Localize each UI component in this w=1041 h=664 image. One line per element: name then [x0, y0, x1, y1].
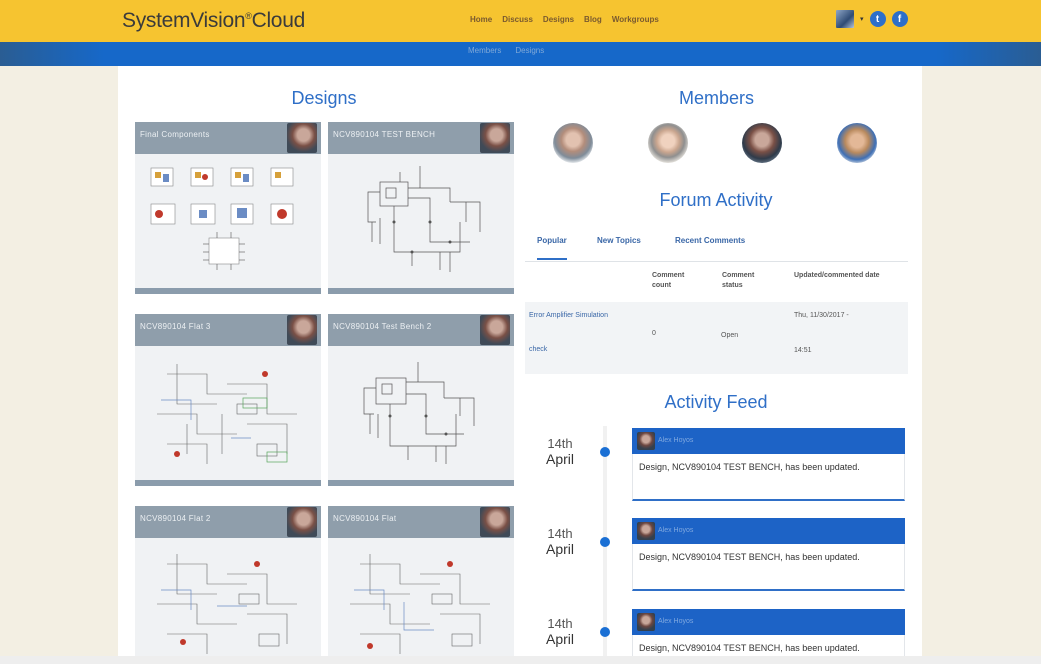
design-card-header: NCV890104 Flat 3 — [135, 314, 321, 346]
design-card[interactable]: NCV890104 Test Bench 2 — [328, 314, 514, 486]
brand-name: SystemVision — [122, 9, 246, 32]
design-card[interactable]: NCV890104 Flat 3 — [135, 314, 321, 486]
tab-recent-comments[interactable]: Recent Comments — [675, 236, 745, 245]
author-avatar[interactable] — [637, 432, 655, 450]
design-name[interactable]: NCV890104 Test Bench 2 — [333, 322, 432, 331]
design-card-header: NCV890104 TEST BENCH — [328, 122, 514, 154]
feed-item[interactable]: Alex Hoyos Design, NCV890104 TEST BENCH,… — [632, 518, 905, 591]
design-card-header: NCV890104 Flat 2 — [135, 506, 321, 538]
nav-blog[interactable]: Blog — [584, 15, 602, 24]
nav-designs[interactable]: Designs — [543, 15, 574, 24]
feed-date: 14th April — [538, 526, 582, 557]
design-name[interactable]: NCV890104 Flat 3 — [140, 322, 211, 331]
feed-month: April — [545, 541, 574, 557]
owner-avatar[interactable] — [287, 315, 317, 345]
timeline-dot — [600, 447, 610, 457]
owner-avatar[interactable] — [287, 507, 317, 537]
user-avatar[interactable] — [836, 10, 854, 28]
member-avatar[interactable] — [553, 123, 593, 163]
sub-header: Members Designs — [0, 42, 1041, 66]
feed-text: Design, NCV890104 TEST BENCH, has been u… — [639, 462, 860, 472]
topic-link-continued[interactable]: check — [529, 344, 547, 355]
design-thumbnail[interactable] — [340, 162, 502, 280]
nav-home[interactable]: Home — [470, 15, 492, 24]
brand-suffix: Cloud — [251, 9, 306, 32]
nav-discuss[interactable]: Discuss — [502, 15, 533, 24]
author-name[interactable]: Alex Hoyos — [658, 437, 693, 444]
design-card[interactable]: NCV890104 Flat 2 — [135, 506, 321, 664]
design-card[interactable]: Final Components — [135, 122, 321, 294]
comment-status: Open — [721, 332, 739, 339]
nav-workgroups[interactable]: Workgroups — [612, 15, 659, 24]
activity-title: Activity Feed — [664, 392, 768, 412]
updated-time: 14:51 — [794, 347, 812, 354]
feed-day: 14th — [547, 526, 573, 541]
designs-title: Designs — [291, 88, 357, 108]
owner-avatar[interactable] — [480, 315, 510, 345]
design-name[interactable]: NCV890104 Flat — [333, 514, 396, 523]
design-name[interactable]: NCV890104 TEST BENCH — [333, 130, 435, 139]
twitter-icon[interactable]: t — [869, 11, 886, 27]
tab-new-topics[interactable]: New Topics — [597, 236, 641, 245]
page-bottom-bar — [0, 656, 1041, 664]
author-name[interactable]: Alex Hoyos — [658, 527, 693, 534]
user-area: ▾ t f — [836, 10, 908, 28]
design-thumbnail[interactable] — [147, 354, 309, 472]
design-card-header: NCV890104 Flat — [328, 506, 514, 538]
design-card[interactable]: NCV890104 TEST BENCH — [328, 122, 514, 294]
member-avatar[interactable] — [648, 123, 688, 163]
top-header: SystemVision®Cloud Home Discuss Designs … — [0, 0, 1041, 42]
feed-month: April — [545, 631, 574, 647]
forum-title: Forum Activity — [659, 190, 773, 210]
feed-date: 14th April — [538, 436, 582, 467]
design-thumbnail[interactable] — [147, 162, 309, 280]
owner-avatar[interactable] — [480, 507, 510, 537]
design-card-header: NCV890104 Test Bench 2 — [328, 314, 514, 346]
feed-date: 14th April — [538, 616, 582, 647]
updated-date: Thu, 11/30/2017 - — [794, 312, 849, 319]
owner-avatar[interactable] — [287, 123, 317, 153]
col-comment-count: Comment count — [652, 272, 685, 289]
col-comment-status: Comment status — [722, 272, 755, 289]
feed-month: April — [545, 451, 574, 467]
member-avatar[interactable] — [837, 123, 877, 163]
feed-item-header: Alex Hoyos — [632, 518, 905, 544]
subnav-designs[interactable]: Designs — [515, 46, 544, 55]
design-card-header: Final Components — [135, 122, 321, 154]
author-avatar[interactable] — [637, 613, 655, 631]
feed-item-header: Alex Hoyos — [632, 609, 905, 635]
design-name[interactable]: Final Components — [140, 130, 210, 139]
author-name[interactable]: Alex Hoyos — [658, 618, 693, 625]
design-thumbnail[interactable] — [340, 546, 502, 664]
tab-popular[interactable]: Popular — [537, 236, 567, 260]
feed-day: 14th — [547, 436, 573, 451]
feed-day: 14th — [547, 616, 573, 631]
design-name[interactable]: NCV890104 Flat 2 — [140, 514, 211, 523]
workgroup-content: Designs Final Components NCV890104 TEST … — [118, 66, 922, 664]
subnav-members[interactable]: Members — [468, 46, 501, 55]
site-logo[interactable]: SystemVision®Cloud — [122, 9, 305, 33]
author-avatar[interactable] — [637, 522, 655, 540]
feed-text: Design, NCV890104 TEST BENCH, has been u… — [639, 643, 860, 653]
feed-item-header: Alex Hoyos — [632, 428, 905, 454]
owner-avatar[interactable] — [480, 123, 510, 153]
design-thumbnail[interactable] — [147, 546, 309, 664]
comment-count: 0 — [652, 330, 656, 337]
table-row: Error Amplifier Simulation check 0 Open … — [525, 302, 908, 374]
col-updated-date: Updated/commented date — [794, 272, 880, 279]
timeline-dot — [600, 627, 610, 637]
topic-link[interactable]: Error Amplifier Simulation — [529, 310, 608, 321]
members-title: Members — [678, 88, 754, 108]
chevron-down-icon[interactable]: ▾ — [860, 15, 864, 23]
feed-text: Design, NCV890104 TEST BENCH, has been u… — [639, 552, 860, 562]
main-nav: Home Discuss Designs Blog Workgroups — [470, 15, 659, 24]
feed-item[interactable]: Alex Hoyos Design, NCV890104 TEST BENCH,… — [632, 428, 905, 501]
design-thumbnail[interactable] — [340, 354, 502, 472]
design-card[interactable]: NCV890104 Flat — [328, 506, 514, 664]
forum-tabs: Popular New Topics Recent Comments — [525, 232, 908, 262]
sub-nav: Members Designs — [468, 46, 544, 55]
facebook-icon[interactable]: f — [891, 11, 908, 27]
member-avatar[interactable] — [742, 123, 782, 163]
timeline-dot — [600, 537, 610, 547]
